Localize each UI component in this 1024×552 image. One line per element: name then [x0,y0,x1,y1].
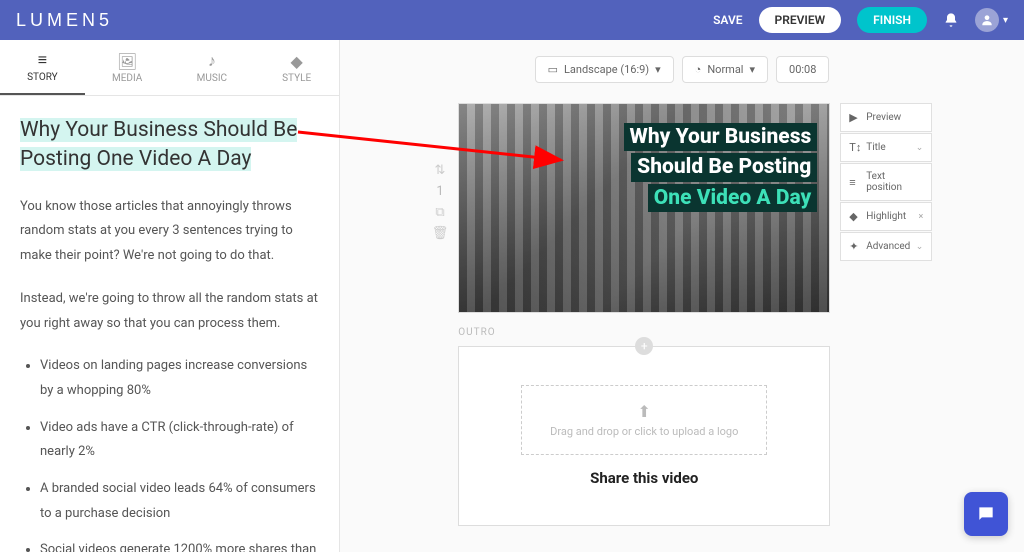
prop-title[interactable]: T↕Title⌄ [840,133,932,162]
chat-icon [976,504,996,524]
advanced-icon: ✦ [849,240,861,253]
editor-tabs: ≡STORY 🖼MEDIA ♪MUSIC ◆STYLE [0,40,339,96]
slide-controls: ⇅ 1 ⧉ 🗑 [432,103,449,526]
save-button[interactable]: SAVE [713,13,742,27]
tab-story[interactable]: ≡STORY [0,40,85,95]
list-item[interactable]: A branded social video leads 64% of cons… [40,477,319,526]
share-text[interactable]: Share this video [590,469,698,487]
aspect-icon: ▭ [548,63,558,76]
chevron-down-icon: ⌄ [916,242,924,252]
logo-upload[interactable]: ⬆ Drag and drop or click to upload a log… [521,385,767,455]
story-icon: ≡ [38,50,47,70]
upload-icon: ⬆ [550,402,738,421]
media-icon: 🖼 [117,52,137,71]
highlight-icon: ◆ [849,210,861,223]
chevron-down-icon: ⌄ [916,143,924,153]
position-icon: ≡ [849,176,861,189]
list-item[interactable]: Video ads have a CTR (click-through-rate… [40,416,319,465]
outro-slide[interactable]: + ⬆ Drag and drop or click to upload a l… [458,346,830,526]
delete-icon[interactable]: 🗑 [432,226,449,241]
right-panel: ▭Landscape (16:9)▾ ◔Normal▾ 00:08 ⇅ 1 ⧉ … [340,40,1024,552]
finish-button[interactable]: FINISH [857,7,927,33]
story-paragraph[interactable]: You know those articles that annoyingly … [20,195,319,269]
user-avatar[interactable]: ▾ [975,8,1008,32]
play-icon: ▶ [849,111,861,124]
story-title[interactable]: Why Your Business Should BePosting One V… [20,116,319,175]
chat-button[interactable] [964,492,1008,536]
slide-properties: ▶Preview T↕Title⌄ ≡Text position ◆Highli… [840,103,932,526]
story-list: Videos on landing pages increase convers… [20,354,319,552]
add-slide-button[interactable]: + [635,337,653,355]
aspect-ratio-select[interactable]: ▭Landscape (16:9)▾ [535,56,674,83]
tab-media[interactable]: 🖼MEDIA [85,40,170,95]
close-icon[interactable]: × [918,212,923,222]
preview-button[interactable]: PREVIEW [759,7,842,33]
slide-number: 1 [436,184,443,199]
left-panel: ≡STORY 🖼MEDIA ♪MUSIC ◆STYLE Why Your Bus… [0,40,340,552]
speed-select[interactable]: ◔Normal▾ [682,56,768,83]
prop-text-position[interactable]: ≡Text position [840,163,932,201]
slide-text-overlay: Why Your Business Should Be Posting One … [624,122,818,213]
story-paragraph[interactable]: Instead, we're going to throw all the ra… [20,287,319,336]
tab-style[interactable]: ◆STYLE [254,40,339,95]
style-icon: ◆ [290,52,302,71]
app-header: LUMEN5 SAVE PREVIEW FINISH ▾ [0,0,1024,40]
music-icon: ♪ [208,51,216,71]
move-up-icon[interactable]: ⇅ [435,163,446,178]
canvas-toolbar: ▭Landscape (16:9)▾ ◔Normal▾ 00:08 [360,56,1004,83]
logo: LUMEN5 [16,10,113,31]
title-icon: T↕ [849,141,861,154]
list-item[interactable]: Social videos generate 1200% more shares… [40,538,319,552]
notifications-icon[interactable] [943,12,959,28]
video-slide[interactable]: Why Your Business Should Be Posting One … [458,103,830,313]
list-item[interactable]: Videos on landing pages increase convers… [40,354,319,403]
prop-advanced[interactable]: ✦Advanced⌄ [840,232,932,261]
duplicate-icon[interactable]: ⧉ [435,205,444,220]
prop-preview[interactable]: ▶Preview [840,103,932,132]
speed-icon: ◔ [695,63,702,76]
duration-display: 00:08 [776,56,829,83]
prop-highlight[interactable]: ◆Highlight× [840,202,932,231]
story-content: Why Your Business Should BePosting One V… [0,96,339,552]
tab-music[interactable]: ♪MUSIC [170,40,255,95]
